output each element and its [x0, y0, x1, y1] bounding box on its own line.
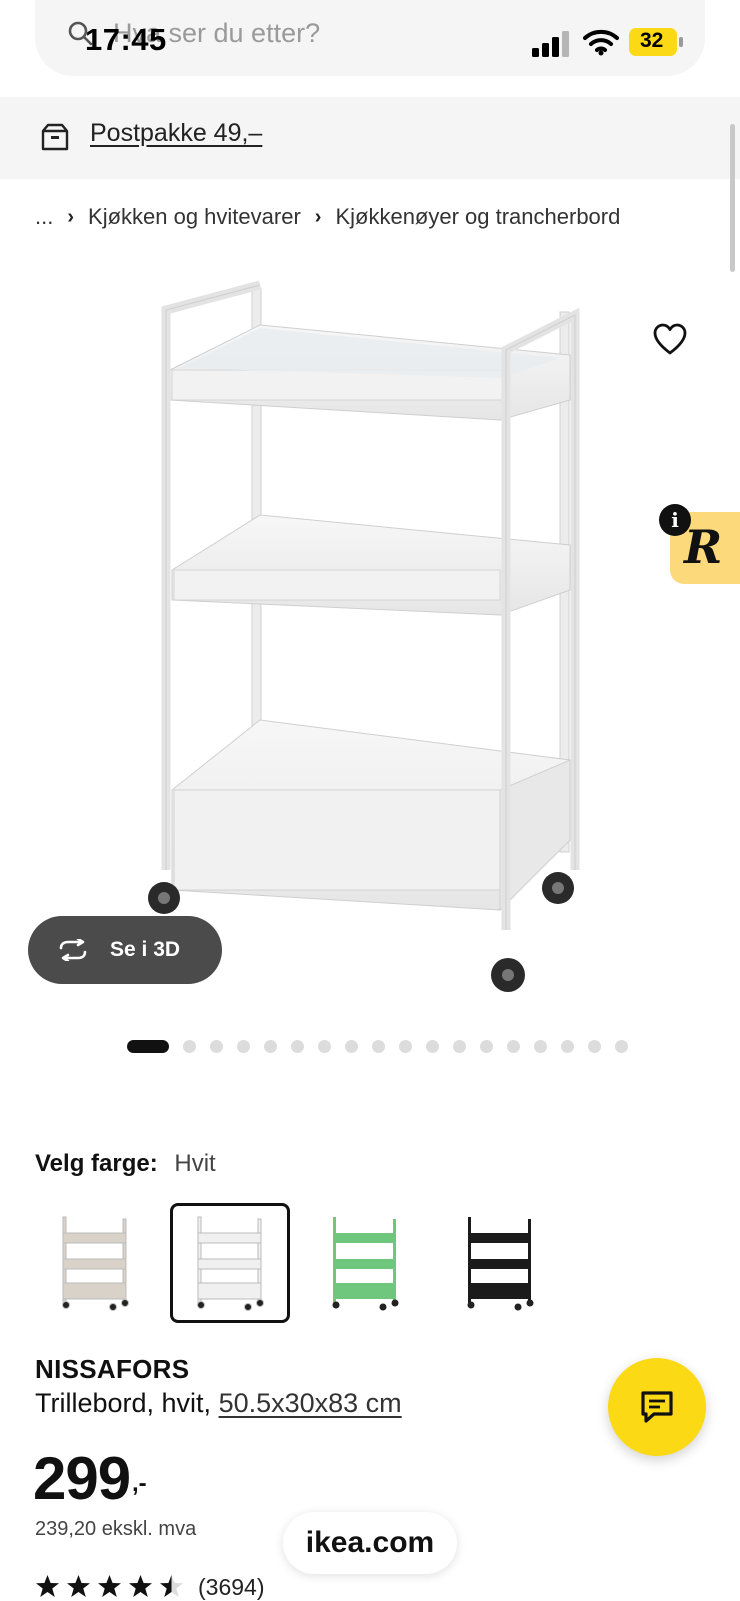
carousel-dot[interactable] — [372, 1040, 385, 1053]
scrollbar[interactable] — [730, 124, 735, 272]
heart-icon[interactable] — [652, 322, 688, 358]
chevron-right-icon: › — [67, 205, 75, 228]
color-swatch-green[interactable] — [305, 1203, 425, 1323]
delivery-banner[interactable]: Postpakke 49,– — [0, 97, 740, 179]
trolley-thumbnail — [62, 1216, 129, 1311]
color-swatch-beige[interactable] — [35, 1203, 155, 1323]
breadcrumb-item[interactable]: Kjøkkenøyer og trancherbord — [335, 204, 620, 230]
view-3d-button[interactable]: Se i 3D — [28, 916, 222, 984]
price-ex-vat: 239,20 ekskl. mva — [35, 1518, 197, 1540]
rotate-icon — [59, 939, 87, 961]
view-3d-label: Se i 3D — [110, 938, 181, 961]
product-size-link[interactable]: 50.5x30x83 cm — [219, 1388, 402, 1418]
carousel-dot[interactable] — [127, 1040, 169, 1053]
chat-icon — [641, 1391, 673, 1423]
color-swatch-white[interactable] — [170, 1203, 290, 1323]
product-name: NISSAFORS — [35, 1354, 190, 1384]
breadcrumb: ... › Kjøkken og hvitevarer › Kjøkkenøye… — [35, 204, 620, 230]
rating-stars[interactable] — [35, 1574, 184, 1599]
delivery-link[interactable]: Postpakke 49,– — [90, 119, 262, 148]
chat-button[interactable] — [608, 1358, 706, 1456]
carousel-dot[interactable] — [588, 1040, 601, 1053]
color-value: Hvit — [174, 1150, 216, 1177]
url-bar[interactable]: ikea.com — [283, 1512, 457, 1574]
carousel-dot[interactable] — [426, 1040, 439, 1053]
color-swatches — [35, 1203, 575, 1323]
trolley-thumbnail — [197, 1216, 264, 1311]
color-label: Velg farge: — [35, 1150, 158, 1177]
carousel-dot[interactable] — [264, 1040, 277, 1053]
signal-icon — [532, 31, 569, 57]
product-type: Trillebord, hvit, — [35, 1388, 219, 1418]
info-icon[interactable]: i — [659, 504, 691, 536]
carousel-dot[interactable] — [399, 1040, 412, 1053]
trolley-thumbnail — [332, 1217, 399, 1311]
carousel-dot[interactable] — [480, 1040, 493, 1053]
wifi-icon — [583, 29, 619, 56]
price-suffix: ,- — [132, 1470, 147, 1497]
carousel-dot[interactable] — [507, 1040, 520, 1053]
wheel — [542, 872, 574, 904]
product-image[interactable] — [120, 270, 620, 1010]
breadcrumb-item[interactable]: Kjøkken og hvitevarer — [88, 204, 301, 230]
chevron-right-icon: › — [314, 205, 322, 228]
star-icon — [67, 1575, 90, 1597]
status-time: 17:45 — [85, 22, 167, 57]
battery-level: 32 — [640, 29, 664, 52]
trolley-thumbnail — [467, 1217, 534, 1311]
carousel-dot[interactable] — [183, 1040, 196, 1053]
star-icon — [98, 1575, 121, 1597]
carousel-dot[interactable] — [291, 1040, 304, 1053]
wheel — [491, 958, 525, 992]
carousel-dot[interactable] — [237, 1040, 250, 1053]
carousel-dot[interactable] — [534, 1040, 547, 1053]
extension-logo: R — [684, 520, 723, 574]
carousel-dot[interactable] — [561, 1040, 574, 1053]
star-icon — [160, 1575, 183, 1597]
carousel-dot[interactable] — [453, 1040, 466, 1053]
review-count[interactable]: (3694) — [198, 1574, 264, 1601]
star-icon — [129, 1575, 152, 1597]
carousel-dot[interactable] — [345, 1040, 358, 1053]
carousel-dot[interactable] — [318, 1040, 331, 1053]
carousel-dot[interactable] — [615, 1040, 628, 1053]
breadcrumb-ellipsis[interactable]: ... — [35, 204, 53, 230]
image-carousel-dots[interactable] — [127, 1040, 628, 1053]
carousel-dot[interactable] — [210, 1040, 223, 1053]
product-price: 299 — [33, 1445, 131, 1512]
wheel — [148, 882, 180, 914]
color-selector-label: Velg farge: Hvit — [35, 1150, 216, 1178]
color-swatch-black[interactable] — [440, 1203, 560, 1323]
package-icon — [41, 123, 69, 151]
star-icon — [36, 1575, 59, 1597]
product-description: Trillebord, hvit, 50.5x30x83 cm — [35, 1388, 402, 1419]
